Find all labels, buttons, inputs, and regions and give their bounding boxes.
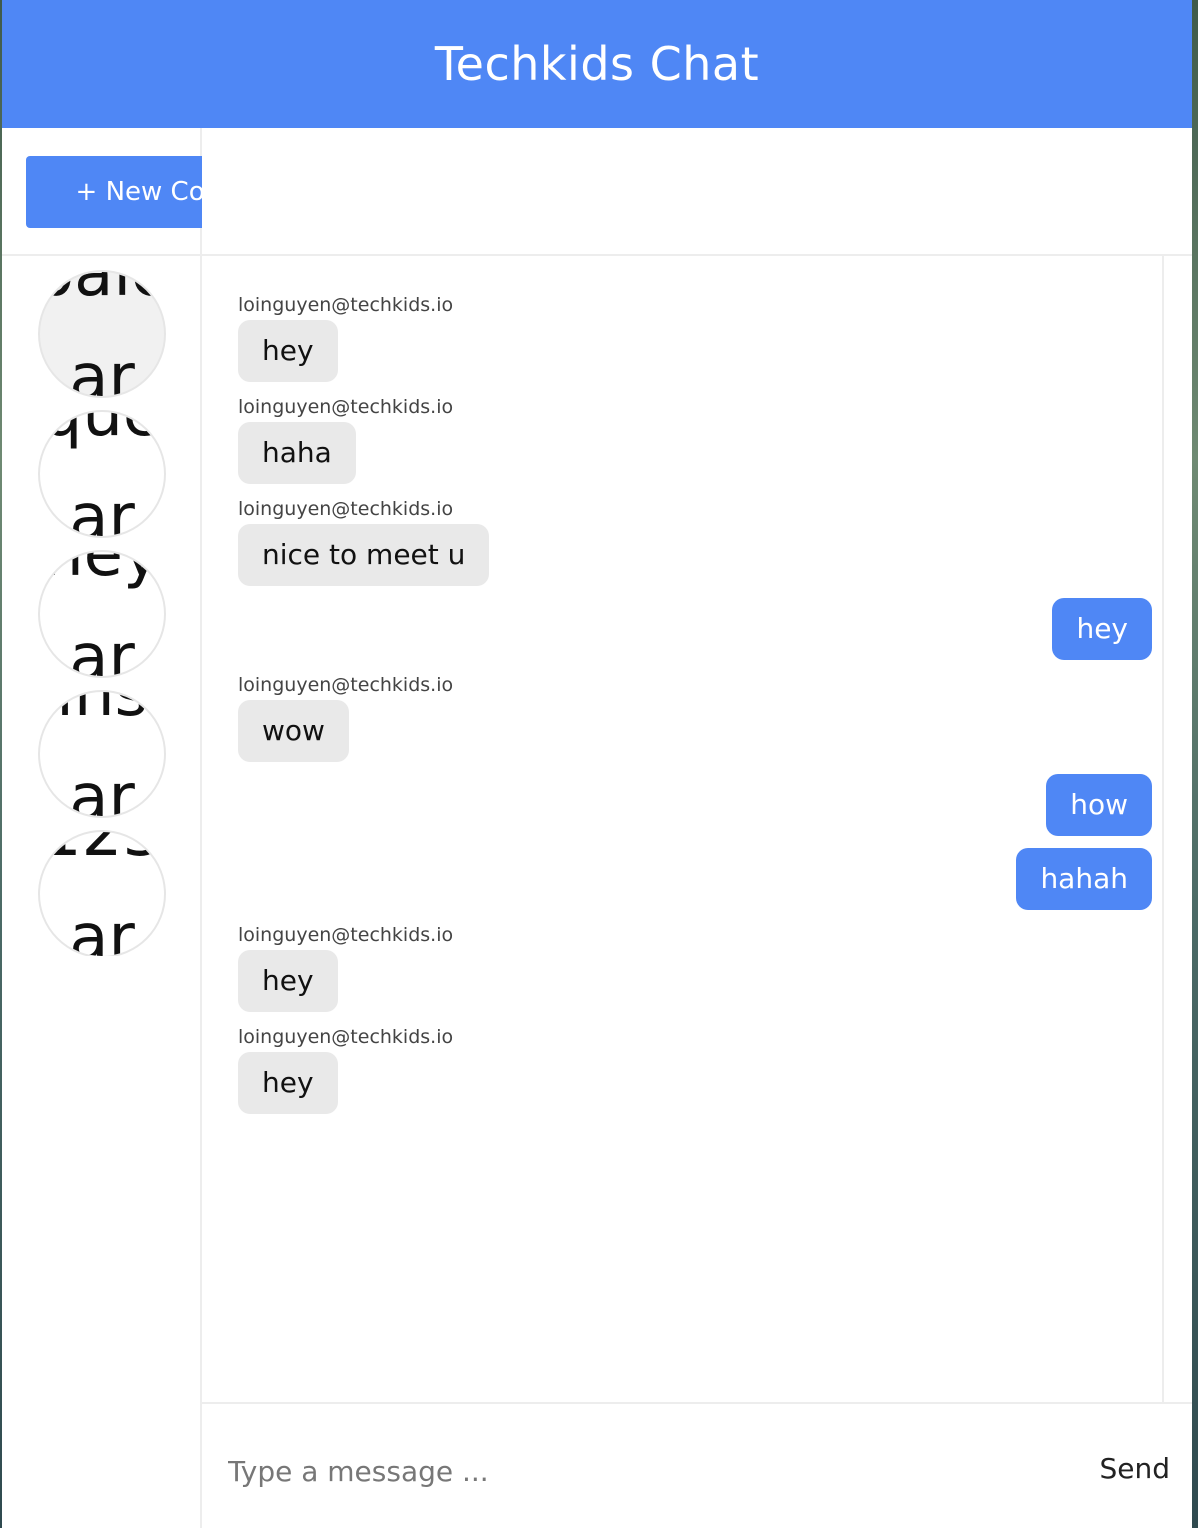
conversation-name: bale [38, 270, 166, 311]
conversation-name: ins [56, 690, 148, 731]
message-incoming: loinguyen@techkids.io hey [238, 924, 453, 1012]
message-bubble: hey [238, 1052, 338, 1114]
conversation-user: ar [69, 481, 135, 538]
message-bubble: how [1046, 774, 1152, 836]
message-bubble: hey [238, 320, 338, 382]
message-sender: loinguyen@techkids.io [238, 294, 454, 316]
message-sender: loinguyen@techkids.io [238, 924, 454, 946]
message-input[interactable] [226, 1440, 1070, 1502]
conversation-item[interactable]: ins ar [38, 690, 166, 818]
message-bubble: nice to meet u [238, 524, 490, 586]
message-list: loinguyen@techkids.io hey loinguyen@tech… [202, 256, 1164, 1402]
conversation-item[interactable]: bale ar [38, 270, 166, 398]
conversation-user: ar [69, 341, 135, 398]
message-bubble: haha [238, 422, 356, 484]
message-outgoing: hey [1052, 598, 1152, 660]
message-incoming: loinguyen@techkids.io haha [238, 396, 453, 484]
message-bubble: hey [1052, 598, 1152, 660]
conversation-name: hey [43, 550, 161, 591]
message-outgoing: how [1046, 774, 1152, 836]
conversation-name: que [41, 410, 163, 451]
message-bubble: hey [238, 950, 338, 1012]
conversation-user: ar [69, 761, 135, 818]
message-scrollbar[interactable] [1166, 256, 1192, 1402]
sidebar: + New Conversation bale ar que ar hey ar… [2, 128, 392, 1528]
conversation-list: bale ar que ar hey ar ins ar 123 ar [2, 256, 200, 956]
conversation-name: 123 [40, 830, 164, 871]
conversation-item[interactable]: hey ar [38, 550, 166, 678]
message-composer: Send [202, 1402, 1192, 1528]
message-outgoing: hahah [1016, 848, 1152, 910]
message-incoming: loinguyen@techkids.io nice to meet u [238, 498, 490, 586]
message-incoming: loinguyen@techkids.io hey [238, 294, 453, 382]
conversation-item[interactable]: 123 ar [38, 830, 166, 956]
message-sender: loinguyen@techkids.io [238, 674, 454, 696]
message-incoming: loinguyen@techkids.io wow [238, 674, 453, 762]
conversation-item[interactable]: que ar [38, 410, 166, 538]
conversation-user: ar [69, 901, 135, 956]
message-bubble: hahah [1016, 848, 1152, 910]
app-title: Techkids Chat [434, 37, 760, 91]
message-incoming: loinguyen@techkids.io hey [238, 1026, 453, 1114]
message-bubble: wow [238, 700, 349, 762]
message-sender: loinguyen@techkids.io [238, 396, 454, 418]
message-sender: loinguyen@techkids.io [238, 498, 454, 520]
conversation-user: ar [69, 621, 135, 678]
send-button[interactable]: Send [1099, 1452, 1170, 1485]
message-sender: loinguyen@techkids.io [238, 1026, 454, 1048]
chat-app: Techkids Chat + New Conversation bale ar… [2, 0, 1192, 1528]
conversation-toolbar [202, 128, 1192, 256]
app-header: Techkids Chat [2, 0, 1192, 128]
